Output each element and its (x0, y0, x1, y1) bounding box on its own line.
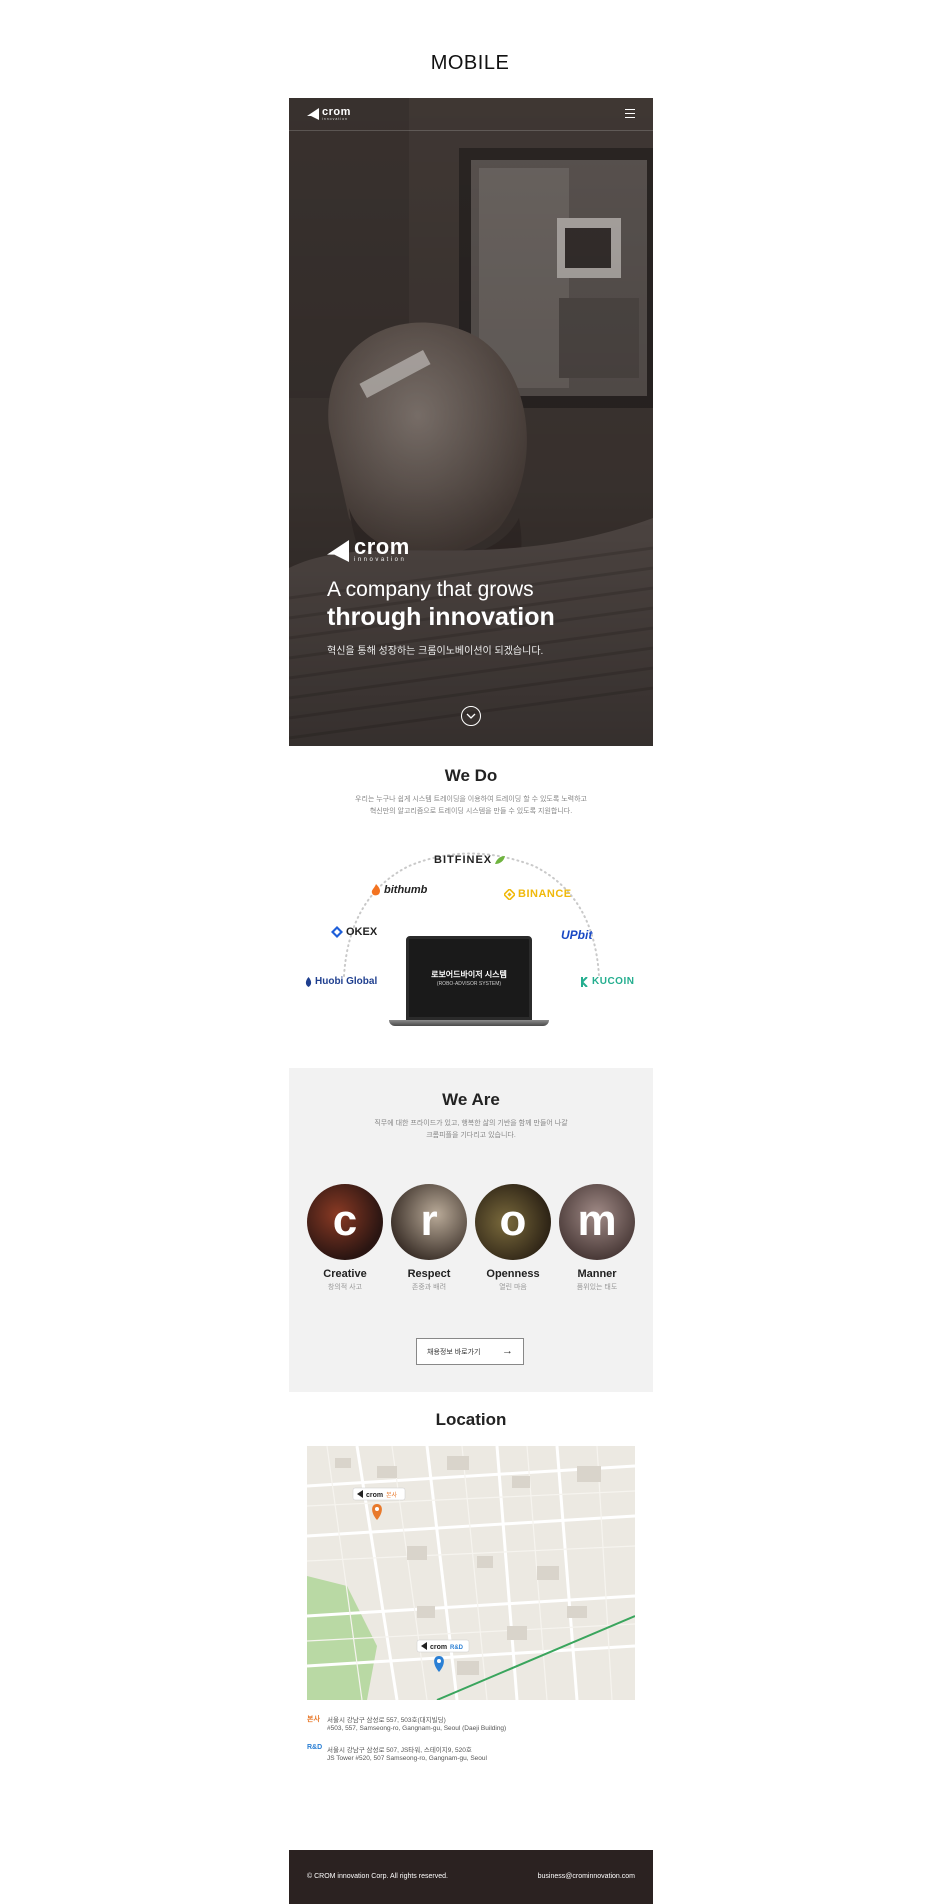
chevron-down-icon (466, 713, 476, 719)
arrow-right-icon: → (502, 1345, 513, 1357)
header-logo-word: crom (322, 106, 351, 118)
hq-address-en: #503, 557, Samseong-ro, Gangnam-gu, Seou… (327, 1725, 507, 1732)
value-name-respect: Respect (407, 1268, 451, 1280)
location-title: Location (435, 1410, 507, 1429)
laptop-base (389, 1020, 549, 1026)
hero-headline-line2: through innovation (327, 603, 555, 631)
bitfinex-label: BITFINEX (434, 854, 493, 866)
hamburger-menu-icon[interactable] (625, 109, 635, 118)
hero-logo: crom innovation (327, 534, 410, 564)
bithumb-flame-icon (371, 884, 380, 896)
hq-address-ko: 서울시 강남구 삼성로 557, 503호(대지빌딩) (327, 1717, 446, 1724)
exchange-kucoin: KUCOIN (579, 976, 634, 987)
crom-logo-icon (327, 540, 349, 562)
value-name-manner: Manner (577, 1268, 617, 1280)
value-ko-openness: 열린 마음 (499, 1284, 527, 1291)
laptop-title: 로보어드바이저 시스템 (431, 970, 507, 979)
bithumb-label: bithumb (384, 884, 428, 896)
crom-logo-icon (307, 108, 319, 120)
value-circle-openness: o (475, 1184, 551, 1260)
exchange-bitfinex: BITFINEX (434, 854, 506, 866)
okex-icon (331, 926, 343, 938)
binance-diamond-icon (504, 888, 515, 900)
kucoin-label: KUCOIN (592, 976, 635, 987)
we-are-desc-line1: 직무에 대한 프라이드가 있고, 행복한 삶의 기반을 함께 만들어 나갈 (374, 1120, 568, 1127)
hero-top-bar: crom innovation (289, 98, 653, 131)
value-ko-manner: 품위있는 태도 (576, 1284, 618, 1291)
leaf-icon (495, 856, 506, 864)
value-letter: o (499, 1196, 527, 1245)
svg-text:crom: crom (430, 1644, 447, 1651)
exchange-bithumb: bithumb (371, 884, 427, 896)
header-logo-sub: innovation (322, 117, 348, 121)
value-circle-manner: m (559, 1184, 635, 1260)
value-name-creative: Creative (323, 1268, 367, 1280)
exchange-huobi: Huobi Global (305, 976, 377, 987)
we-are-section: We Are 직무에 대한 프라이드가 있고, 행복한 삶의 기반을 함께 만들… (289, 1068, 653, 1392)
we-are-title: We Are (442, 1090, 500, 1109)
svg-text:crom: crom (366, 1492, 383, 1499)
value-ko-respect: 존중과 배려 (411, 1284, 447, 1291)
map-label-hq: 본사 (386, 1491, 398, 1499)
kucoin-icon (581, 976, 588, 987)
page-title: MOBILE (430, 52, 510, 74)
upbit-label: UPbit (561, 928, 593, 942)
value-circle-respect: r (391, 1184, 467, 1260)
okex-label: OKEX (346, 926, 378, 938)
laptop-screen: 로보어드바이저 시스템 (ROBO-ADVISOR SYSTEM) (406, 936, 532, 1020)
value-ko-creative: 창의적 사고 (327, 1284, 363, 1291)
exchange-upbit: UPbit (561, 928, 592, 942)
rd-address-tag: R&D (307, 1744, 323, 1751)
mobile-frame: crom innovation crom innovation A compan… (289, 98, 653, 1904)
exchange-okex: OKEX (331, 926, 377, 938)
laptop-subtitle: (ROBO-ADVISOR SYSTEM) (436, 981, 502, 987)
location-map[interactable]: crom 본사 crom R&D (307, 1446, 635, 1700)
value-letter: r (420, 1196, 438, 1245)
huobi-flame-icon (305, 976, 312, 987)
huobi-label: Huobi Global (315, 976, 378, 987)
footer: © CROM innovation Corp. All rights reser… (289, 1850, 653, 1904)
footer-email-link[interactable]: business@crominnovation.com (538, 1873, 635, 1880)
hero-logo-word: crom (354, 534, 410, 559)
we-are-desc-line2: 크롬피플을 기다리고 있습니다. (426, 1132, 516, 1139)
exchange-binance: BINANCE (504, 888, 572, 900)
map-graphic: crom 본사 crom R&D (307, 1446, 635, 1700)
rd-address-en: JS Tower #520, 507 Samseong-ro, Gangnam-… (327, 1755, 487, 1762)
we-do-section: We Do 우리는 누구나 쉽게 시스템 트레이딩을 이용하여 트레이딩 할 수… (289, 746, 653, 1068)
map-label-rd: R&D (450, 1645, 464, 1651)
value-name-openness: Openness (486, 1268, 540, 1280)
hero-section: crom innovation crom innovation A compan… (289, 98, 653, 746)
scroll-down-button[interactable] (461, 706, 481, 726)
laptop-illustration: 로보어드바이저 시스템 (ROBO-ADVISOR SYSTEM) (389, 936, 549, 1036)
footer-copyright: © CROM innovation Corp. All rights reser… (307, 1873, 448, 1880)
hero-subtitle: 혁신을 통해 성장하는 크롬이노베이션이 되겠습니다. (327, 646, 544, 657)
rd-address-ko: 서울시 강남구 삼성로 507, JS타워, 스테이지9, 520호 (327, 1747, 472, 1754)
value-letter: c (332, 1196, 358, 1245)
career-info-label: 채용정보 바로가기 (427, 1349, 481, 1356)
hq-address-tag: 본사 (307, 1716, 320, 1723)
value-letter: m (577, 1196, 617, 1245)
hero-headline-line1: A company that grows (327, 578, 534, 601)
header-logo[interactable]: crom innovation (307, 107, 351, 121)
location-section: Location crom 본사 crom R&D 본사 서울시 강남구 삼성로… (289, 1392, 653, 1792)
binance-label: BINANCE (518, 888, 572, 900)
hero-logo-sub: innovation (354, 557, 407, 563)
value-circle-creative: c (307, 1184, 383, 1260)
career-info-button[interactable]: 채용정보 바로가기 → (416, 1338, 524, 1365)
